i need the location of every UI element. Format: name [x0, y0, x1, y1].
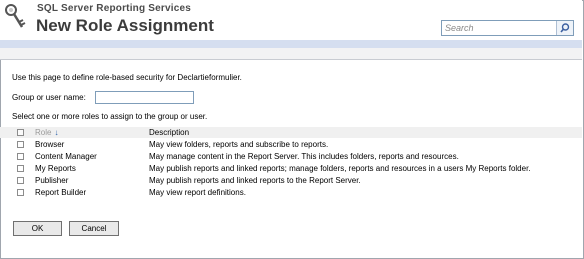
- role-checkbox-publisher[interactable]: [17, 177, 24, 184]
- role-name: Report Builder: [35, 188, 87, 197]
- role-description: May view report definitions.: [149, 188, 246, 197]
- group-user-field[interactable]: [95, 91, 194, 104]
- page-header: SQL Server Reporting Services New Role A…: [0, 0, 582, 40]
- select-roles-text: Select one or more roles to assign to th…: [12, 112, 208, 121]
- role-description: May publish reports and linked reports; …: [149, 164, 531, 173]
- down-arrow-icon: ↓: [54, 128, 59, 137]
- table-header-row: Role ↓ Description: [0, 127, 582, 138]
- role-name: Browser: [35, 140, 65, 149]
- search-button[interactable]: [556, 21, 573, 35]
- table-row: Content Manager May manage content in th…: [0, 151, 582, 162]
- table-row: Report Builder May view report definitio…: [0, 187, 582, 198]
- page-title: New Role Assignment: [36, 16, 214, 35]
- role-name: Content Manager: [35, 152, 97, 161]
- role-checkbox-content-manager[interactable]: [17, 153, 24, 160]
- role-checkbox-browser[interactable]: [17, 141, 24, 148]
- role-description: May publish reports and linked reports t…: [149, 176, 361, 185]
- table-row: My Reports May publish reports and linke…: [0, 163, 582, 174]
- role-name: My Reports: [35, 164, 76, 173]
- search-box: [441, 20, 574, 36]
- description-column-header: Description: [149, 128, 190, 137]
- role-checkbox-my-reports[interactable]: [17, 165, 24, 172]
- header-band: [0, 40, 582, 48]
- reporting-services-logo-icon: [5, 4, 26, 28]
- role-column-header[interactable]: Role ↓: [35, 128, 58, 137]
- role-description: May view folders, reports and subscribe …: [149, 140, 329, 149]
- select-all-checkbox[interactable]: [17, 129, 24, 136]
- product-name: SQL Server Reporting Services: [37, 3, 192, 14]
- intro-text: Use this page to define role-based secur…: [12, 73, 242, 82]
- table-row: Publisher May publish reports and linked…: [0, 175, 582, 186]
- table-row: Browser May view folders, reports and su…: [0, 139, 582, 150]
- cancel-button[interactable]: Cancel: [69, 221, 119, 236]
- ok-button[interactable]: OK: [13, 221, 62, 236]
- role-name: Publisher: [35, 176, 69, 185]
- role-header-label: Role: [35, 128, 52, 137]
- group-user-label: Group or user name:: [12, 93, 86, 102]
- toolbar-band: [0, 48, 582, 60]
- search-input[interactable]: [442, 21, 557, 35]
- role-description: May manage content in the Report Server.…: [149, 152, 459, 161]
- role-checkbox-report-builder[interactable]: [17, 189, 24, 196]
- search-icon: [560, 23, 570, 33]
